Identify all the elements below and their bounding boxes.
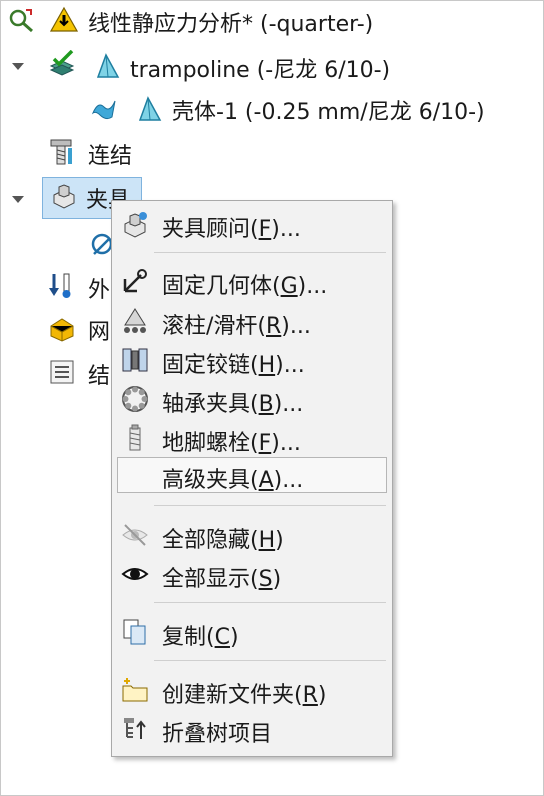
shell-body-icon [138,96,162,121]
menu-separator [154,660,386,661]
menu-hide-all[interactable]: 全部隐藏(H) [112,517,392,553]
menu-show-all[interactable]: 全部显示(S) [112,556,392,592]
external-loads-label[interactable]: 外 [88,270,110,306]
roller-slider-icon [124,308,146,333]
copy-icon [123,619,146,645]
expand-fixtures-arrow[interactable] [12,196,24,203]
foundation-bolt-icon [129,424,141,451]
menu-create-new-folder[interactable]: 创建新文件夹(R) [112,672,392,708]
menu-label: 固定几何体(G)... [162,274,328,299]
connections-bolt-icon [50,139,72,165]
menu-label: 全部显示(S) [162,567,282,592]
menu-separator [154,252,386,253]
hide-eye-icon [122,524,148,546]
menu-label: 折叠树项目 [162,722,273,747]
menu-separator [154,505,386,506]
menu-collapse-tree-items[interactable]: 折叠树项目 [112,711,392,747]
menu-label: 轴承夹具(B)... [162,392,304,417]
external-loads-icon [49,273,71,298]
fixed-hinge-icon [122,348,148,372]
part-stack-check-icon [49,50,75,76]
menu-label: 固定铰链(H)... [162,353,305,378]
results-label[interactable]: 结 [88,356,110,392]
fixtures-context-menu: 夹具顾问(F)... 固定几何体(G)... 滚柱/滑杆(R)... 固定铰链(… [111,200,393,757]
menu-fixed-geometry[interactable]: 固定几何体(G)... [112,263,392,299]
menu-roller-slider[interactable]: 滚柱/滑杆(R)... [112,303,392,339]
fixed-geometry-icon [123,269,147,293]
menu-label: 地脚螺栓(F)... [162,431,301,456]
new-folder-icon [122,678,148,702]
mesh-icon [50,318,74,342]
menu-foundation-bolt[interactable]: 地脚螺栓(F)... [112,420,392,456]
fixtures-icon [53,184,75,209]
menu-fixture-advisor[interactable]: 夹具顾问(F)... [112,206,392,242]
solid-body-icon [96,53,120,78]
menu-label: 高级夹具(A)... [162,468,304,493]
expand-part-arrow[interactable] [12,63,24,70]
study-sensor-icon [9,9,33,33]
shell-icon [91,100,116,120]
results-folder-icon [50,360,74,384]
warning-icon [50,6,78,32]
menu-fixed-hinge[interactable]: 固定铰链(H)... [112,342,392,378]
mesh-label[interactable]: 网 [88,312,110,348]
menu-advanced-fixtures[interactable]: 高级夹具(A)... [117,457,387,493]
menu-label: 全部隐藏(H) [162,528,284,553]
menu-bearing-fixture[interactable]: 轴承夹具(B)... [112,381,392,417]
menu-copy[interactable]: 复制(C) [112,614,392,650]
bearing-icon [122,386,148,412]
show-eye-icon [121,568,149,580]
menu-label: 滚柱/滑杆(R)... [162,314,311,339]
menu-label: 复制(C) [162,625,239,650]
connections-label[interactable]: 连结 [88,136,132,172]
menu-label: 夹具顾问(F)... [162,217,301,242]
collapse-tree-icon [124,718,146,739]
menu-separator [154,602,386,603]
study-label[interactable]: 线性静应力分析* (-quarter-) [88,4,373,40]
menu-label: 创建新文件夹(R) [162,683,327,708]
shell-label[interactable]: 壳体-1 (-0.25 mm/尼龙 6/10-) [172,92,485,128]
part-label[interactable]: trampoline (-尼龙 6/10-) [130,50,390,86]
fixture-advisor-icon [124,212,147,238]
